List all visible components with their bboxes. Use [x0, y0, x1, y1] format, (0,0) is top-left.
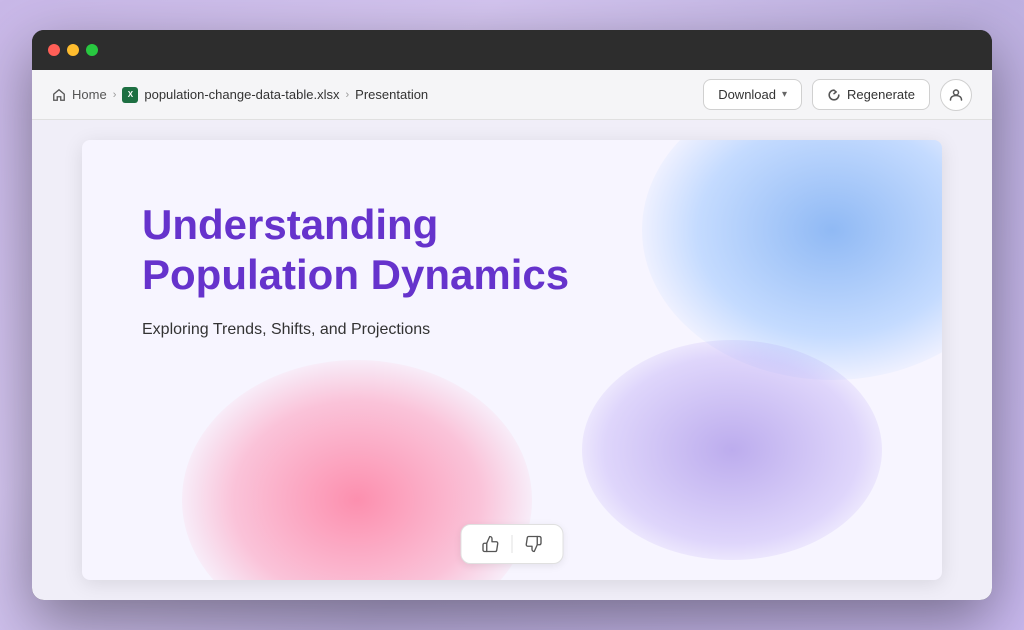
slide-container: Understanding Population Dynamics Explor… [82, 140, 942, 580]
feedback-bar [461, 524, 564, 564]
current-page-label: Presentation [355, 87, 428, 102]
thumbs-up-button[interactable] [474, 531, 508, 557]
download-button[interactable]: Download ▾ [703, 79, 802, 110]
toolbar: Home › X population-change-data-table.xl… [32, 70, 992, 120]
breadcrumb-current: Presentation [355, 87, 428, 102]
title-bar [32, 30, 992, 70]
traffic-lights [48, 44, 98, 56]
toolbar-actions: Download ▾ Regenerate [703, 79, 972, 111]
user-icon [948, 87, 964, 103]
home-label: Home [72, 87, 107, 102]
excel-icon: X [122, 87, 138, 103]
breadcrumb-file[interactable]: X population-change-data-table.xlsx [122, 87, 339, 103]
breadcrumb: Home › X population-change-data-table.xl… [52, 87, 695, 103]
file-name: population-change-data-table.xlsx [144, 87, 339, 102]
maximize-button[interactable] [86, 44, 98, 56]
download-label: Download [718, 87, 776, 102]
close-button[interactable] [48, 44, 60, 56]
thumbs-down-icon [525, 535, 543, 553]
regenerate-button[interactable]: Regenerate [812, 79, 930, 110]
slide-subtitle: Exploring Trends, Shifts, and Projection… [142, 321, 882, 339]
home-icon [52, 88, 66, 102]
refresh-icon [827, 88, 841, 102]
slide-title: Understanding Population Dynamics [142, 200, 582, 301]
thumbs-down-button[interactable] [517, 531, 551, 557]
user-button[interactable] [940, 79, 972, 111]
content-area: Understanding Population Dynamics Explor… [32, 120, 992, 600]
breadcrumb-separator-2: › [346, 89, 350, 101]
regenerate-label: Regenerate [847, 87, 915, 102]
minimize-button[interactable] [67, 44, 79, 56]
breadcrumb-home[interactable]: Home [52, 87, 107, 102]
slide-content: Understanding Population Dynamics Explor… [82, 140, 942, 379]
breadcrumb-separator-1: › [113, 89, 117, 101]
thumbs-up-icon [482, 535, 500, 553]
feedback-divider [512, 535, 513, 553]
browser-window: Home › X population-change-data-table.xl… [32, 30, 992, 600]
chevron-down-icon: ▾ [782, 89, 787, 100]
